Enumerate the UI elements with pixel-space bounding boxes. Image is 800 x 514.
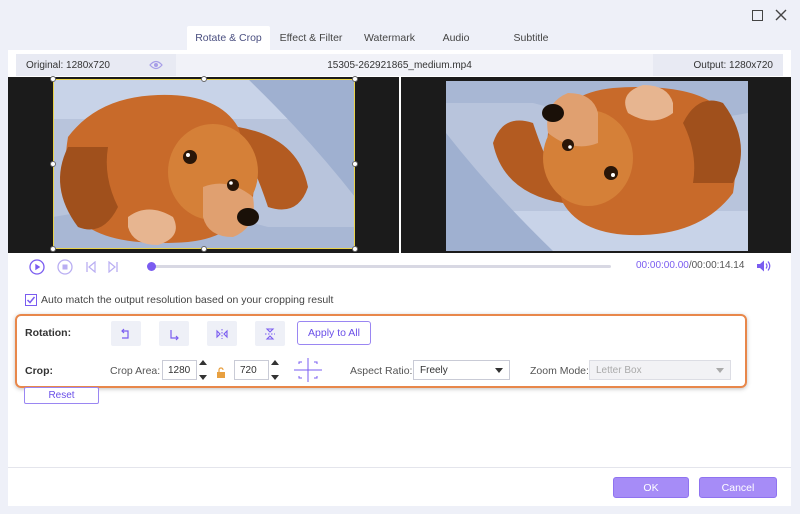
crop-height-input[interactable]: 720 [234,360,269,380]
flip-vertical-icon [265,327,275,340]
player-controls: 00:00:00.00/00:00:14.14 [8,256,791,278]
rotate-left-icon [121,328,129,339]
output-preview [401,77,791,253]
maximize-icon[interactable] [748,6,766,24]
rotate-right-icon [170,329,179,340]
crop-area-label: Crop Area: [110,365,161,377]
previous-frame-icon[interactable] [82,258,100,276]
crop-label: Crop: [25,365,53,377]
progress-bar[interactable] [147,262,611,271]
tab-effect-filter[interactable]: Effect & Filter [270,26,352,50]
rotate-right-button[interactable] [159,321,189,346]
auto-match-checkbox[interactable] [25,294,37,306]
auto-match-option: Auto match the output resolution based o… [25,294,333,306]
ok-button[interactable]: OK [613,477,689,498]
checkmark-icon [26,296,36,304]
aspect-ratio-label: Aspect Ratio: [350,365,413,377]
dog-image-output [401,77,791,253]
aspect-ratio-select[interactable]: Freely [413,360,510,380]
reset-button[interactable]: Reset [24,387,99,404]
play-icon[interactable] [28,258,46,276]
rotation-label: Rotation: [25,327,72,339]
eye-icon[interactable] [149,59,163,71]
next-frame-icon[interactable] [104,258,122,276]
cancel-button[interactable]: Cancel [699,477,777,498]
chevron-down-icon [495,368,503,373]
progress-knob[interactable] [147,262,156,271]
tab-bar: Rotate & Crop Effect & Filter Watermark … [187,26,577,50]
volume-icon[interactable] [756,259,772,278]
info-bar: 15305-262921865_medium.mp4 Original: 128… [16,54,783,76]
tab-subtitle[interactable]: Subtitle [485,26,577,50]
crop-height-stepper[interactable] [270,360,280,380]
zoom-mode-label: Zoom Mode: [530,365,589,377]
tab-watermark[interactable]: Watermark [352,26,427,50]
tab-rotate-crop[interactable]: Rotate & Crop [187,26,270,50]
flip-vertical-button[interactable] [255,321,285,346]
stop-icon[interactable] [56,258,74,276]
apply-to-all-button[interactable]: Apply to All [297,321,371,345]
source-preview[interactable] [8,77,399,253]
dog-image-original [8,77,399,253]
output-resolution: Output: 1280x720 [653,54,783,76]
footer-divider [8,467,791,468]
chevron-down-icon [716,368,724,373]
auto-match-label: Auto match the output resolution based o… [41,294,334,306]
zoom-mode-select[interactable]: Letter Box [589,360,731,380]
close-icon[interactable] [772,6,790,24]
lock-icon[interactable] [216,365,226,383]
flip-horizontal-icon [216,328,228,339]
crop-width-stepper[interactable] [198,360,208,380]
tab-audio[interactable]: Audio [427,26,485,50]
crop-width-input[interactable]: 1280 [162,360,197,380]
flip-horizontal-button[interactable] [207,321,237,346]
time-display: 00:00:00.00/00:00:14.14 [636,260,745,271]
center-crop-icon[interactable] [294,358,322,387]
rotate-left-button[interactable] [111,321,141,346]
